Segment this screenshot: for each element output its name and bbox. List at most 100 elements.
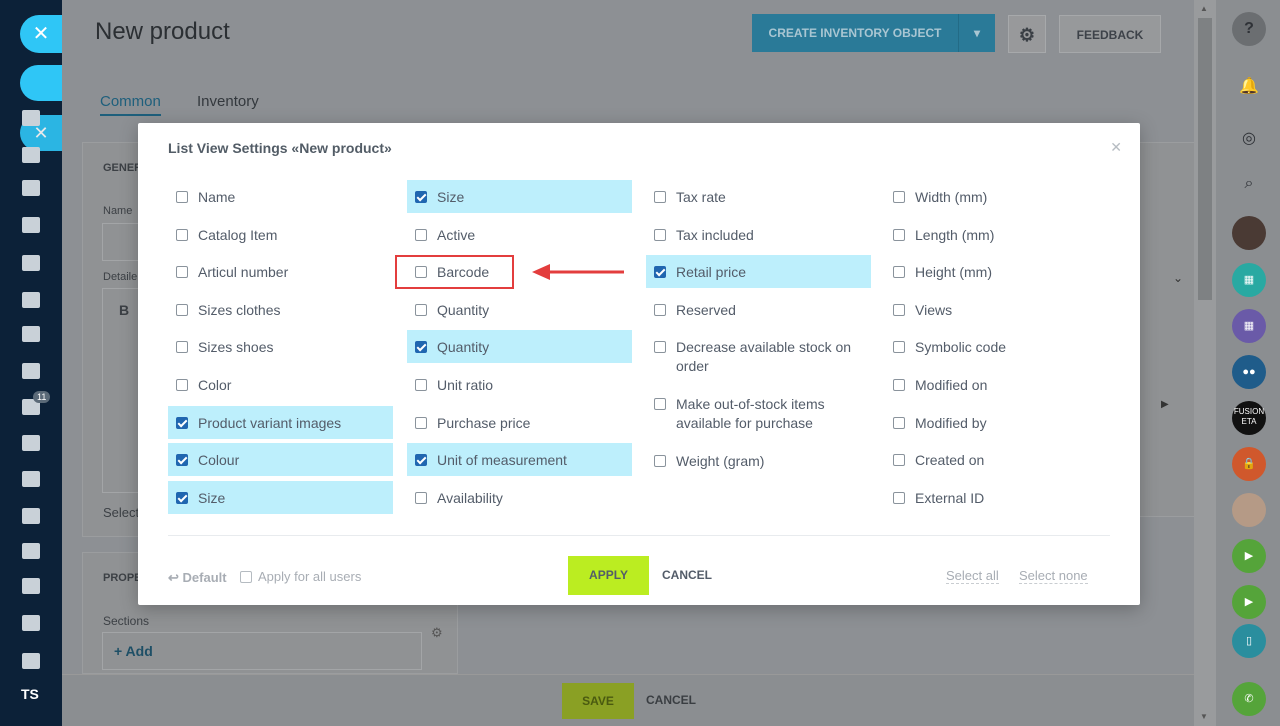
select-all-link[interactable]: Select all [946, 568, 999, 584]
mail-icon[interactable] [22, 292, 40, 308]
video-icon[interactable]: ▶ [1232, 539, 1266, 573]
name-input[interactable] [102, 223, 142, 261]
option-name[interactable]: Name [168, 180, 393, 213]
checkbox[interactable] [654, 266, 666, 279]
option-sizes-clothes[interactable]: Sizes clothes [168, 293, 393, 326]
search-icon[interactable]: ⌕ [1232, 167, 1266, 201]
option-purchase-price[interactable]: Purchase price [407, 406, 632, 439]
option-tax-included[interactable]: Tax included [646, 218, 871, 251]
apply-all-checkbox[interactable] [240, 570, 252, 583]
checkbox[interactable] [893, 341, 905, 354]
option-quantity[interactable]: Quantity [407, 330, 632, 364]
option-reserved[interactable]: Reserved [646, 293, 871, 326]
option-make-out-of-stock-items-available-for-purchase[interactable]: Make out-of-stock items available for pu… [646, 387, 871, 439]
option-length-mm[interactable]: Length (mm) [885, 218, 1110, 251]
option-external-id[interactable]: External ID [885, 481, 1110, 514]
checkbox[interactable] [893, 228, 905, 241]
groups-icon[interactable] [22, 326, 40, 342]
drive-icon[interactable] [22, 255, 40, 271]
checkbox[interactable] [893, 491, 905, 504]
checkbox[interactable] [654, 228, 666, 241]
scroll-thumb[interactable] [1198, 18, 1212, 300]
option-size[interactable]: Size [168, 480, 393, 514]
box-icon-2[interactable] [22, 653, 40, 669]
option-colour[interactable]: Colour [168, 443, 393, 477]
checkbox[interactable] [176, 416, 188, 429]
checkbox[interactable] [893, 454, 905, 467]
checkbox[interactable] [415, 228, 427, 241]
checkbox[interactable] [176, 378, 188, 391]
option-created-on[interactable]: Created on [885, 443, 1110, 476]
fusion-eta-avatar[interactable]: FUSION ETA [1232, 401, 1266, 435]
option-articul-number[interactable]: Articul number [168, 255, 393, 288]
box-icon[interactable] [22, 615, 40, 631]
section-gear-icon[interactable]: ⚙ [431, 625, 443, 641]
avatar-2[interactable] [1232, 493, 1266, 527]
option-sizes-shoes[interactable]: Sizes shoes [168, 330, 393, 363]
apply-button[interactable]: APPLY [568, 556, 649, 595]
checkbox[interactable] [415, 491, 427, 504]
checkbox[interactable] [176, 341, 188, 354]
page-scrollbar[interactable]: ▲ ▼ [1194, 0, 1216, 726]
page-cancel-button[interactable]: CANCEL [646, 693, 696, 707]
cancel-button[interactable]: CANCEL [662, 568, 712, 582]
checkbox[interactable] [654, 397, 666, 410]
checkbox[interactable] [654, 341, 666, 354]
checkbox[interactable] [654, 303, 666, 316]
feed-icon[interactable] [22, 110, 40, 126]
option-catalog-item[interactable]: Catalog Item [168, 218, 393, 251]
checkbox[interactable] [176, 303, 188, 316]
contacts-icon[interactable] [22, 543, 40, 559]
option-height-mm[interactable]: Height (mm) [885, 255, 1110, 288]
tasks-icon[interactable] [22, 363, 40, 379]
calendar-chat-icon[interactable]: ▦ [1232, 263, 1266, 297]
checkbox[interactable] [415, 416, 427, 429]
sync-icon[interactable] [22, 578, 40, 594]
checkbox[interactable] [176, 454, 188, 467]
chevron-right-icon[interactable]: ▶ [1161, 399, 1169, 410]
user-initials[interactable]: TS [21, 686, 39, 702]
option-active[interactable]: Active [407, 218, 632, 251]
cart-icon[interactable] [22, 508, 40, 524]
documents-icon[interactable] [22, 217, 40, 233]
sites-icon[interactable] [22, 471, 40, 487]
checkbox[interactable] [893, 266, 905, 279]
option-unit-ratio[interactable]: Unit ratio [407, 368, 632, 401]
target-icon[interactable] [22, 435, 40, 451]
select-none-link[interactable]: Select none [1019, 568, 1088, 584]
slider-tab-2[interactable] [20, 65, 62, 101]
messages-icon[interactable]: ◎ [1232, 122, 1266, 156]
option-availability[interactable]: Availability [407, 481, 632, 514]
calendar-icon[interactable] [22, 180, 40, 196]
option-quantity[interactable]: Quantity [407, 293, 632, 326]
feedback-button[interactable]: FEEDBACK [1059, 15, 1161, 53]
create-inventory-object-button[interactable]: CREATE INVENTORY OBJECT [752, 14, 958, 52]
option-product-variant-images[interactable]: Product variant images [168, 405, 393, 439]
help-icon[interactable]: ? [1232, 12, 1266, 46]
chevron-down-icon[interactable]: ⌄ [1173, 271, 1183, 285]
checkbox[interactable] [654, 191, 666, 203]
option-width-mm[interactable]: Width (mm) [885, 180, 1110, 213]
checkbox[interactable] [415, 191, 427, 203]
option-color[interactable]: Color [168, 368, 393, 401]
option-decrease-available-stock-on-order[interactable]: Decrease available stock on order [646, 330, 871, 382]
checkbox[interactable] [654, 454, 666, 467]
video-icon-2[interactable]: ▶ [1232, 585, 1266, 619]
default-link[interactable]: ↩ Default [168, 570, 227, 586]
checkbox[interactable] [176, 491, 188, 504]
gear-icon[interactable]: ⚙ [1008, 15, 1046, 53]
tab-common[interactable]: Common [100, 93, 161, 116]
apply-for-all-users[interactable]: Apply for all users [240, 569, 361, 584]
checkbox[interactable] [893, 416, 905, 429]
add-link[interactable]: + Add [114, 643, 153, 659]
checkbox[interactable] [415, 454, 427, 467]
group-chat-icon[interactable]: ●● [1232, 355, 1266, 389]
option-tax-rate[interactable]: Tax rate [646, 180, 871, 213]
checkbox[interactable] [176, 228, 188, 241]
option-retail-price[interactable]: Retail price [646, 255, 871, 289]
option-unit-of-measurement[interactable]: Unit of measurement [407, 443, 632, 477]
checkbox[interactable] [893, 303, 905, 316]
option-symbolic-code[interactable]: Symbolic code [885, 330, 1110, 363]
save-button[interactable]: SAVE [562, 683, 634, 719]
option-views[interactable]: Views [885, 293, 1110, 326]
